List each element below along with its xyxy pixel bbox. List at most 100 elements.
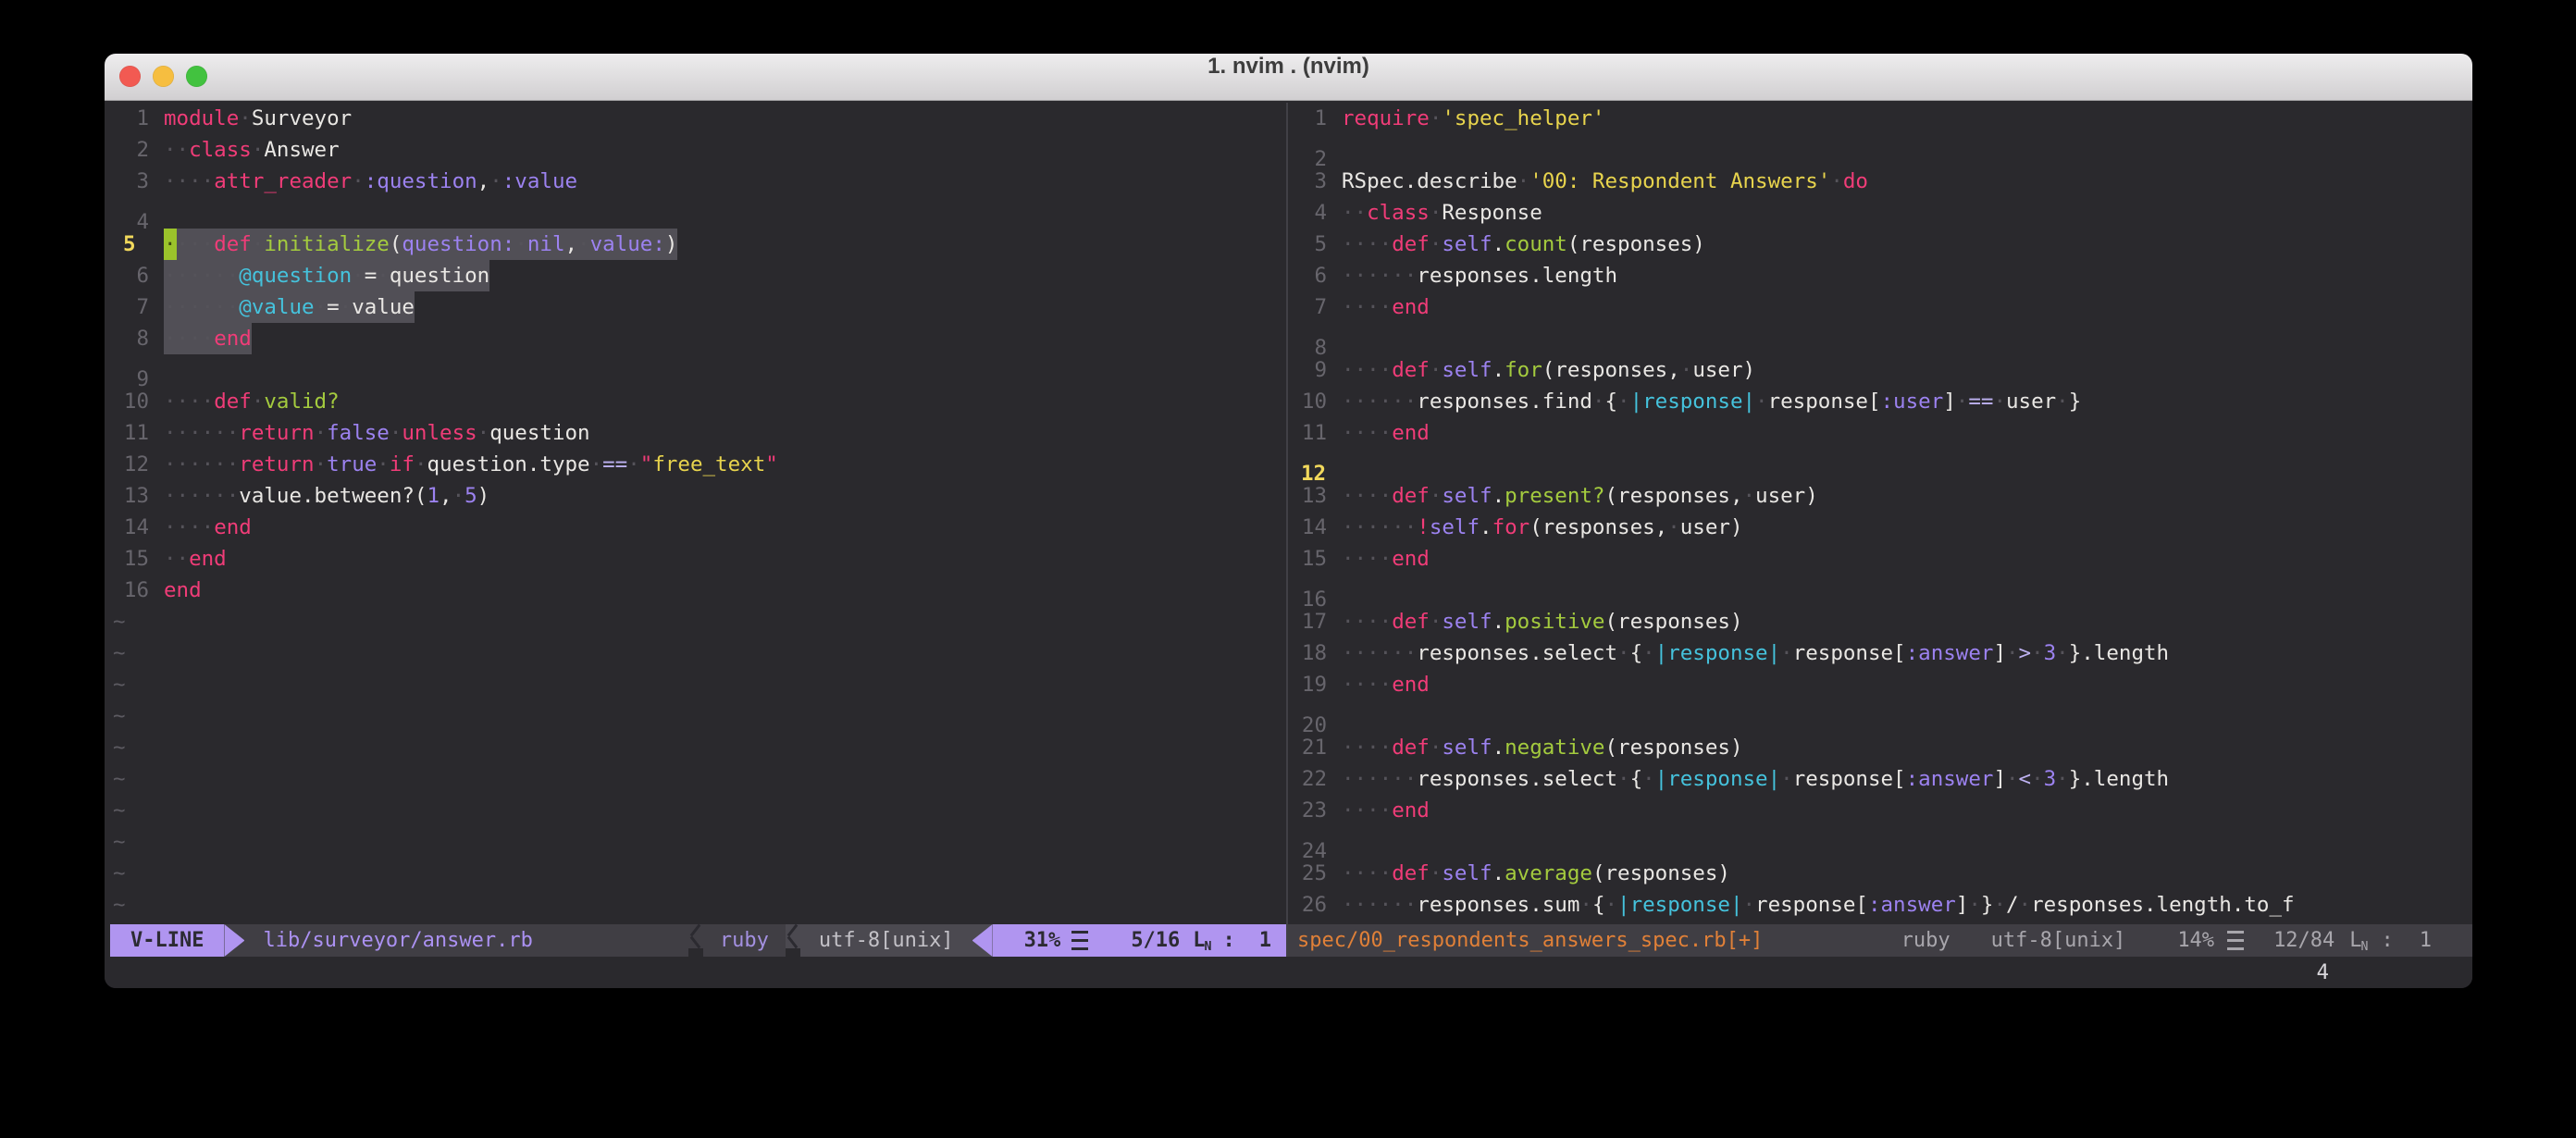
titlebar[interactable]: 1. nvim . (nvim): [105, 54, 2472, 101]
empty-buffer-line: ~: [110, 795, 1286, 826]
line-number: 16: [110, 575, 149, 606]
close-button[interactable]: [119, 66, 141, 87]
code-line[interactable]: 24: [1288, 826, 2472, 858]
code-text: ······responses.sum·{·|response|·respons…: [1342, 889, 2295, 921]
code-line[interactable]: 12······return·true·if·question.type·==·…: [110, 449, 1286, 480]
line-position: 12/84: [2273, 929, 2334, 952]
code-text: ····end: [1342, 795, 1430, 826]
position-segment: 31% 5/16 LN : 1: [993, 924, 1286, 957]
code-line[interactable]: 8: [1288, 323, 2472, 354]
code-line[interactable]: 8····end: [110, 323, 1286, 354]
code-text: require·'spec_helper': [1342, 103, 1604, 134]
line-number: 21: [1288, 732, 1327, 763]
empty-buffer-line: ~: [110, 858, 1286, 889]
line-number: 14: [110, 512, 149, 543]
line-number: 19: [1288, 669, 1327, 700]
tilde-marker: ~: [110, 893, 126, 917]
code-line[interactable]: 26 ······responses.sum·{·|response|·respo…: [1288, 889, 2472, 921]
code-text: ····end: [1342, 669, 1430, 700]
code-text: ··class·Answer: [164, 134, 340, 166]
line-number: 22: [1288, 763, 1327, 795]
code-line[interactable]: 15····end: [1288, 543, 2472, 575]
encoding: utf-8[unix]: [1991, 929, 2126, 952]
code-line[interactable]: 5····def·initialize(question:·nil,·value…: [110, 229, 1286, 260]
code-line[interactable]: 5····def·self.count(responses): [1288, 229, 2472, 260]
code-line[interactable]: 3····attr_reader·:question,·:value: [110, 166, 1286, 197]
line-number: 25: [1288, 858, 1327, 889]
code-line[interactable]: 3 RSpec.describe·'00: Respondent Answers'…: [1288, 166, 2472, 197]
buffer-spec-rb[interactable]: 1require·'spec_helper'23 RSpec.describe·'…: [1288, 103, 2472, 924]
code-text: ····def·self.negative(responses): [1342, 732, 1743, 763]
code-text: ······responses.select·{·|response|·resp…: [1342, 763, 2169, 795]
code-line[interactable]: 10····def·valid?: [110, 386, 1286, 417]
column-number: 1: [2420, 929, 2432, 952]
powerline-arrow-right-icon: [224, 924, 244, 957]
code-line[interactable]: 4: [110, 197, 1286, 229]
minimize-button[interactable]: [153, 66, 174, 87]
line-number: 3: [110, 166, 149, 197]
line-number: 5: [1288, 229, 1327, 260]
empty-buffer-line: ~: [110, 637, 1286, 669]
code-line[interactable]: 4··class·Response: [1288, 197, 2472, 229]
code-line[interactable]: 2: [1288, 134, 2472, 166]
window-controls: [119, 66, 207, 87]
line-number: 7: [1288, 291, 1327, 323]
command-line[interactable]: 4: [105, 957, 2472, 988]
code-line[interactable]: 22 ······responses.select·{·|response|·re…: [1288, 763, 2472, 795]
colon-separator: :: [2382, 929, 2394, 952]
code-line[interactable]: 10······responses.find·{·|response|·resp…: [1288, 386, 2472, 417]
code-line[interactable]: 6······responses.length: [1288, 260, 2472, 291]
tilde-marker: ~: [110, 767, 126, 791]
code-line[interactable]: 23····end: [1288, 795, 2472, 826]
mode-indicator: V-LINE: [110, 924, 224, 957]
line-number: 10: [110, 386, 149, 417]
buffer-answer-rb[interactable]: 1module·Surveyor2··class·Answer3····attr…: [110, 103, 1286, 924]
window-title: 1. nvim . (nvim): [105, 54, 2472, 80]
line-number: 7: [110, 291, 149, 323]
colon-separator: :: [1223, 929, 1235, 952]
code-line[interactable]: 11······return·false·unless·question: [110, 417, 1286, 449]
code-text: RSpec.describe·'00: Respondent Answers'·…: [1342, 166, 1868, 197]
code-line[interactable]: 16: [1288, 575, 2472, 606]
code-line[interactable]: 13······value.between?(1,·5): [110, 480, 1286, 512]
line-number: 3: [1288, 166, 1327, 197]
code-line[interactable]: 13····def·self.present?(responses,·user): [1288, 480, 2472, 512]
code-line[interactable]: 12: [1288, 449, 2472, 480]
code-line[interactable]: 1module·Surveyor: [110, 103, 1286, 134]
code-line[interactable]: 18······responses.select·{·|response|·re…: [1288, 637, 2472, 669]
line-number: 10: [1288, 386, 1327, 417]
code-line[interactable]: 9: [110, 354, 1286, 386]
code-line[interactable]: 1require·'spec_helper': [1288, 103, 2472, 134]
pending-command-count: 4: [2316, 957, 2329, 988]
code-line[interactable]: 17····def·self.positive(responses): [1288, 606, 2472, 637]
code-line[interactable]: 9····def·self.for(responses,·user): [1288, 354, 2472, 386]
code-line[interactable]: 21 ····def·self.negative(responses): [1288, 732, 2472, 763]
line-number: 26: [1288, 889, 1327, 921]
code-line[interactable]: 11····end: [1288, 417, 2472, 449]
code-line[interactable]: 14······!self.for(responses,·user): [1288, 512, 2472, 543]
tilde-marker: ~: [110, 736, 126, 760]
empty-buffer-line: ~: [110, 606, 1286, 637]
code-text: ······responses.length: [1342, 260, 1617, 291]
code-line[interactable]: 19 ····end: [1288, 669, 2472, 700]
code-text: ····end: [1342, 291, 1430, 323]
line-number: 5: [110, 229, 149, 260]
tilde-marker: ~: [110, 830, 126, 854]
code-text: ······return·true·if·question.type·==·"f…: [164, 449, 778, 480]
code-line[interactable]: 16end: [110, 575, 1286, 606]
code-line[interactable]: 15··end: [110, 543, 1286, 575]
code-text: ····end: [164, 512, 252, 543]
zoom-button[interactable]: [186, 66, 207, 87]
code-line[interactable]: 25····def·self.average(responses): [1288, 858, 2472, 889]
code-line[interactable]: 20: [1288, 700, 2472, 732]
code-line[interactable]: 7 ····end: [1288, 291, 2472, 323]
encoding: utf-8[unix]: [800, 924, 972, 957]
pane-right: 1require·'spec_helper'23RSpec.describe·'…: [1288, 103, 2472, 957]
code-text: ····def·self.positive(responses): [1342, 606, 1743, 637]
line-number: 9: [1288, 354, 1327, 386]
code-line[interactable]: 14 ····end: [110, 512, 1286, 543]
code-line[interactable]: 7······@value·=·value: [110, 291, 1286, 323]
code-line[interactable]: 2··class·Answer: [110, 134, 1286, 166]
ln-icon: LN: [1193, 929, 1211, 952]
code-line[interactable]: 6······@question·=·question: [110, 260, 1286, 291]
